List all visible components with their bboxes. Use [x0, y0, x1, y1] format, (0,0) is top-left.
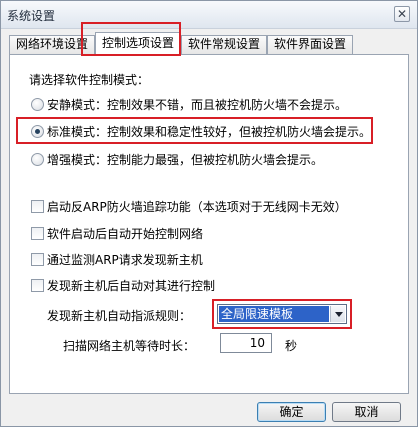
- assign-rule-label: 发现新主机自动指派规则：: [47, 309, 192, 323]
- checkbox-auto-control-new-host-label[interactable]: 发现新主机后自动对其进行控制: [47, 277, 215, 294]
- title-bar: 系统设置 ✕: [1, 1, 417, 29]
- tab-interface-settings[interactable]: 软件界面设置: [267, 35, 353, 54]
- ok-button[interactable]: 确定: [257, 402, 326, 422]
- mode-prompt: 请选择软件控制模式：: [29, 73, 150, 87]
- checkbox-anti-arp-tracking-label[interactable]: 启动反ARP防火墙追踪功能（本选项对于无线网卡无效）: [47, 198, 347, 215]
- chevron-down-icon[interactable]: [330, 306, 345, 322]
- radio-enhanced-mode[interactable]: [31, 153, 44, 166]
- checkbox-auto-start-control-label[interactable]: 软件启动后自动开始控制网络: [47, 225, 203, 242]
- tab-strip: 网络环境设置 控制选项设置 软件常规设置 软件界面设置: [9, 32, 409, 55]
- assign-rule-select[interactable]: 全局限速模板: [217, 304, 347, 324]
- assign-rule-selected-value: 全局限速模板: [219, 306, 329, 322]
- radio-quiet-mode[interactable]: [31, 98, 44, 111]
- checkbox-anti-arp-tracking[interactable]: [31, 200, 44, 213]
- window-title: 系统设置: [7, 9, 56, 23]
- tab-general-settings[interactable]: 软件常规设置: [181, 35, 267, 54]
- close-icon: ✕: [396, 7, 408, 21]
- radio-standard-mode-label[interactable]: 标准模式：控制效果和稳定性较好，但被控机防火墙会提示。: [47, 123, 371, 140]
- tab-network-settings[interactable]: 网络环境设置: [9, 35, 95, 54]
- radio-standard-mode[interactable]: [31, 125, 44, 138]
- settings-dialog: 系统设置 ✕ 网络环境设置 控制选项设置 软件常规设置 软件界面设置 请选择软件…: [0, 0, 418, 427]
- checkbox-arp-discovery[interactable]: [31, 253, 44, 266]
- scan-wait-unit: 秒: [285, 339, 298, 353]
- tab-control-options[interactable]: 控制选项设置: [95, 32, 181, 55]
- radio-enhanced-mode-label[interactable]: 增强模式：控制能力最强，但被控机防火墙会提示。: [47, 151, 323, 168]
- checkbox-arp-discovery-label[interactable]: 通过监测ARP请求发现新主机: [47, 251, 203, 268]
- checkbox-auto-start-control[interactable]: [31, 227, 44, 240]
- scan-wait-input[interactable]: 10: [220, 333, 272, 353]
- cancel-button[interactable]: 取消: [332, 402, 401, 422]
- close-button[interactable]: ✕: [394, 6, 410, 22]
- scan-wait-label: 扫描网络主机等待时长：: [63, 339, 196, 353]
- radio-quiet-mode-label[interactable]: 安静模式：控制效果不错，而且被控机防火墙不会提示。: [47, 96, 347, 113]
- checkbox-auto-control-new-host[interactable]: [31, 279, 44, 292]
